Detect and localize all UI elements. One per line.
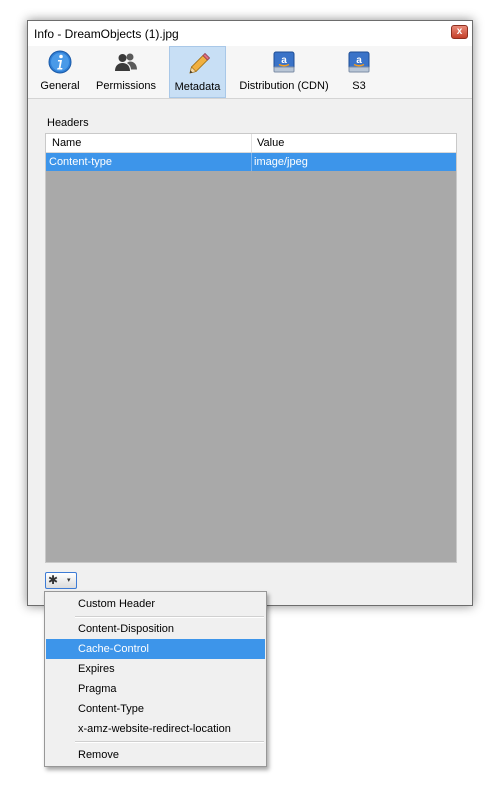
users-icon: [115, 53, 137, 71]
close-button[interactable]: x: [451, 25, 468, 39]
tab-label: General: [40, 80, 80, 92]
table-header: Name Value: [46, 134, 456, 153]
menu-item-label: Cache-Control: [78, 643, 149, 655]
header-name-cell[interactable]: Content-type: [49, 156, 112, 168]
actions-dropdown-button[interactable]: ✱ ▾: [45, 572, 77, 589]
menu-item-label: x-amz-website-redirect-location: [78, 723, 231, 735]
pencil-icon: [188, 52, 210, 74]
column-divider: [251, 153, 252, 171]
tab-label: S3: [352, 80, 366, 92]
gear-icon: ✱: [48, 573, 59, 587]
column-header-value[interactable]: Value: [257, 137, 284, 149]
amazon-drive-icon: a: [348, 51, 370, 73]
chevron-down-icon: ▾: [67, 577, 71, 584]
menu-item-label: Content-Disposition: [78, 623, 174, 635]
tab-distribution-cdn[interactable]: a Distribution (CDN): [236, 46, 332, 98]
info-window: Info - DreamObjects (1).jpg x General Pe…: [27, 20, 473, 606]
add-header-menu: Custom Header Content-Disposition Cache-…: [44, 591, 267, 767]
amazon-drive-icon: a: [273, 51, 295, 73]
tab-label: Permissions: [96, 80, 156, 92]
headers-table[interactable]: Name Value Content-type image/jpeg: [45, 133, 457, 563]
svg-text:a: a: [356, 55, 362, 66]
tab-permissions[interactable]: Permissions: [93, 46, 159, 98]
title-bar[interactable]: Info - DreamObjects (1).jpg x: [28, 21, 472, 47]
tab-label: Distribution (CDN): [239, 80, 329, 92]
column-header-name[interactable]: Name: [52, 137, 81, 149]
menu-separator: [75, 616, 264, 618]
menu-item-label: Content-Type: [78, 703, 145, 715]
info-icon: [48, 50, 72, 74]
menu-separator: [75, 741, 264, 743]
svg-text:a: a: [281, 55, 287, 66]
tab-label: Metadata: [174, 81, 221, 93]
menu-item-pragma[interactable]: Pragma: [46, 679, 265, 699]
menu-item-label: Pragma: [78, 683, 117, 695]
menu-item-custom-header[interactable]: Custom Header: [46, 594, 265, 614]
close-icon: x: [456, 26, 463, 37]
menu-item-label: Custom Header: [78, 598, 156, 610]
header-value-cell[interactable]: image/jpeg: [254, 156, 308, 168]
tab-s3[interactable]: a S3: [340, 46, 378, 98]
column-divider[interactable]: [251, 134, 252, 152]
menu-item-expires[interactable]: Expires: [46, 659, 265, 679]
menu-item-content-type[interactable]: Content-Type: [46, 699, 265, 719]
menu-item-label: Remove: [78, 749, 119, 761]
menu-item-content-disposition[interactable]: Content-Disposition: [46, 619, 265, 639]
menu-item-label: Expires: [78, 663, 115, 675]
menu-item-cache-control[interactable]: Cache-Control: [46, 639, 265, 659]
menu-item-website-redirect-location[interactable]: x-amz-website-redirect-location: [46, 719, 265, 739]
table-row[interactable]: Content-type image/jpeg: [46, 153, 456, 171]
headers-label: Headers: [47, 117, 89, 129]
menu-item-remove[interactable]: Remove: [46, 745, 265, 765]
tab-general[interactable]: General: [36, 46, 84, 98]
window-title: Info - DreamObjects (1).jpg: [34, 27, 179, 41]
tab-metadata[interactable]: Metadata: [169, 46, 226, 98]
toolbar: General Permissions Metadata a Distribut…: [28, 46, 472, 99]
